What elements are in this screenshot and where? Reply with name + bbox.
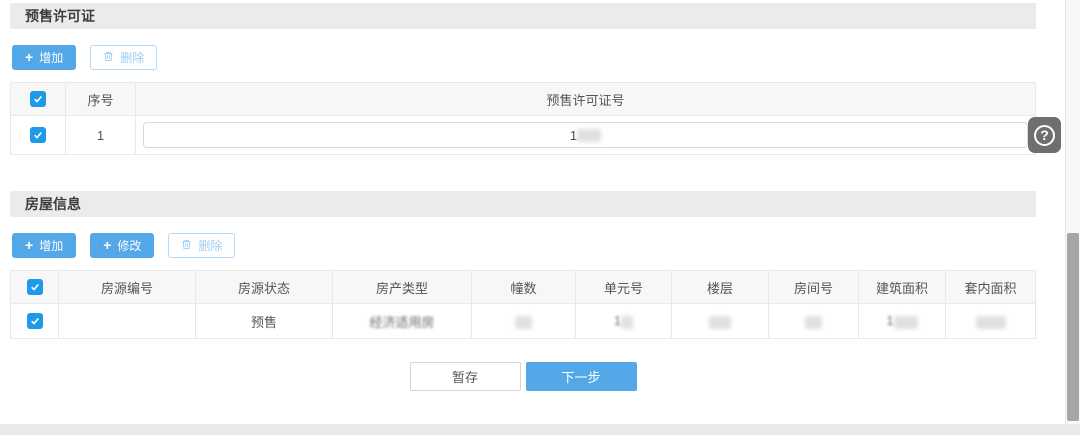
house-row-unit-no: 1 (576, 304, 672, 339)
house-col-room-no: 房间号 (769, 271, 859, 304)
house-col-building-no: 幢数 (472, 271, 576, 304)
house-col-building-area: 建筑面积 (859, 271, 946, 304)
permit-delete-button[interactable]: 删除 (90, 45, 157, 70)
permit-number-input[interactable]: 1 (143, 122, 1028, 148)
house-modify-button-label: 修改 (117, 240, 141, 252)
permit-toolbar: + 增加 删除 (12, 45, 1036, 70)
permit-table: 序号 预售许可证号 1 1 (10, 82, 1036, 155)
permit-select-all-checkbox[interactable] (30, 91, 46, 107)
plus-icon: + (25, 238, 33, 252)
house-toolbar: + 增加 + 修改 删除 (12, 233, 1036, 258)
permit-add-button[interactable]: + 增加 (12, 45, 76, 70)
house-row-building-no (472, 304, 576, 339)
building-area-redacted-value (894, 316, 918, 329)
presale-permit-section-title: 预售许可证 (25, 6, 95, 26)
permit-col-number: 预售许可证号 (136, 83, 1036, 116)
save-draft-button-label: 暂存 (452, 367, 478, 386)
house-col-unit-no: 单元号 (576, 271, 672, 304)
trash-icon (103, 51, 114, 64)
room-no-redacted-value (805, 316, 822, 329)
footer-actions: 暂存 下一步 (10, 362, 1036, 391)
house-row-status: 预售 (196, 304, 333, 339)
form-content: 预售许可证 + 增加 删除 序号 预售 (10, 3, 1036, 391)
house-info-section-title: 房屋信息 (25, 194, 81, 214)
house-table-row: 预售 经济适用房 1 1 (11, 304, 1036, 339)
vertical-scrollbar-thumb[interactable] (1067, 233, 1079, 421)
permit-row-checkbox[interactable] (30, 127, 46, 143)
permit-col-index: 序号 (66, 83, 136, 116)
floor-redacted-value (709, 316, 731, 329)
building-area-visible-text: 1 (886, 313, 893, 328)
permit-row-index: 1 (66, 116, 136, 155)
house-row-building-area: 1 (859, 304, 946, 339)
presale-permit-section-header: 预售许可证 (10, 3, 1036, 29)
permit-select-all-cell (11, 83, 66, 116)
permit-number-redacted-value (577, 129, 601, 142)
next-step-button[interactable]: 下一步 (526, 362, 637, 391)
permit-delete-button-label: 删除 (120, 52, 144, 64)
plus-icon: + (25, 50, 33, 64)
house-col-inner-area: 套内面积 (946, 271, 1036, 304)
house-delete-button[interactable]: 删除 (168, 233, 235, 258)
house-table-header-row: 房源编号 房源状态 房产类型 幢数 单元号 楼层 房间号 建筑面积 套内面积 (11, 271, 1036, 304)
save-draft-button[interactable]: 暂存 (410, 362, 521, 391)
house-row-listing-no (59, 304, 196, 339)
permit-number-cell: 1 (136, 116, 1036, 155)
house-col-listing-no: 房源编号 (59, 271, 196, 304)
bottom-strip (0, 424, 1080, 435)
inner-area-redacted-value (976, 316, 1006, 329)
help-button[interactable]: ? (1028, 117, 1061, 153)
permit-add-button-label: 增加 (39, 52, 63, 64)
next-step-button-label: 下一步 (561, 367, 600, 386)
question-mark-icon: ? (1034, 125, 1055, 146)
house-select-all-cell (11, 271, 59, 304)
unit-no-visible-text: 1 (614, 313, 621, 328)
house-info-section-header: 房屋信息 (10, 191, 1036, 217)
house-row-checkbox[interactable] (27, 313, 43, 329)
house-row-inner-area (946, 304, 1036, 339)
property-type-redacted-text: 经济适用房 (369, 315, 434, 330)
house-add-button-label: 增加 (39, 240, 63, 252)
plus-icon: + (103, 238, 111, 252)
house-col-property-type: 房产类型 (333, 271, 472, 304)
house-col-floor: 楼层 (672, 271, 769, 304)
house-row-select-cell (11, 304, 59, 339)
permit-row-select-cell (11, 116, 66, 155)
house-row-room-no (769, 304, 859, 339)
house-delete-button-label: 删除 (198, 240, 222, 252)
house-table: 房源编号 房源状态 房产类型 幢数 单元号 楼层 房间号 建筑面积 套内面积 预… (10, 270, 1036, 339)
house-select-all-checkbox[interactable] (27, 279, 43, 295)
trash-icon (181, 239, 192, 252)
house-add-button[interactable]: + 增加 (12, 233, 76, 258)
unit-no-redacted-value (621, 316, 633, 329)
permit-number-visible-text: 1 (570, 128, 577, 143)
house-modify-button[interactable]: + 修改 (90, 233, 154, 258)
house-col-status: 房源状态 (196, 271, 333, 304)
permit-table-header-row: 序号 预售许可证号 (11, 83, 1036, 116)
permit-table-row: 1 1 (11, 116, 1036, 155)
house-row-floor (672, 304, 769, 339)
building-no-redacted-value (515, 316, 532, 329)
house-row-property-type: 经济适用房 (333, 304, 472, 339)
